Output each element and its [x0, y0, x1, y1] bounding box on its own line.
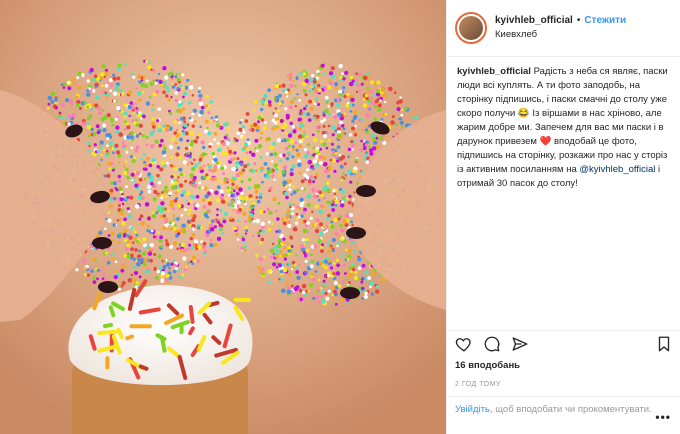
- separator-dot: •: [576, 15, 581, 26]
- bookmark-icon[interactable]: [655, 335, 673, 353]
- follow-button[interactable]: Стежити: [584, 14, 626, 28]
- instagram-post: kyivhleb_official • Стежити Киевхлеб kyi…: [0, 0, 680, 434]
- share-icon[interactable]: [511, 335, 529, 353]
- comment-prompt-text: , щоб вподобати чи прокоментувати.: [489, 404, 652, 415]
- comment-icon[interactable]: [483, 335, 501, 353]
- location-link[interactable]: Киевхлеб: [495, 28, 626, 42]
- post-caption: kyivhleb_official Радість з неба ся явля…: [447, 57, 680, 313]
- header-text: kyivhleb_official • Стежити Киевхлеб: [495, 14, 626, 42]
- likes-count[interactable]: 16 вподобань: [455, 360, 520, 371]
- login-link[interactable]: Увійдіть: [455, 404, 490, 415]
- comment-prompt: Увійдіть, щоб вподобати чи прокоментуват…: [447, 396, 680, 434]
- header-row: kyivhleb_official • Стежити: [495, 14, 626, 28]
- caption-username[interactable]: kyivhleb_official: [457, 66, 531, 77]
- heart-icon[interactable]: [455, 335, 473, 353]
- post-sidebar: kyivhleb_official • Стежити Киевхлеб kyi…: [446, 0, 680, 434]
- photo-illustration: [0, 0, 446, 434]
- username-link[interactable]: kyivhleb_official: [495, 14, 573, 28]
- action-bar: [447, 330, 680, 356]
- post-timestamp[interactable]: 2 ГОД ТОМУ: [455, 381, 501, 388]
- heart-emoji-icon: ❤️: [539, 136, 552, 147]
- post-photo[interactable]: [0, 0, 446, 434]
- kulich-cake: [68, 279, 253, 434]
- more-options-icon[interactable]: •••: [655, 411, 671, 424]
- mention-link[interactable]: @kyivhleb_official: [579, 164, 655, 175]
- post-header: kyivhleb_official • Стежити Киевхлеб: [447, 0, 680, 57]
- avatar-image: [459, 16, 483, 40]
- avatar[interactable]: [455, 12, 487, 44]
- laughing-emoji-icon: 😂: [517, 108, 530, 119]
